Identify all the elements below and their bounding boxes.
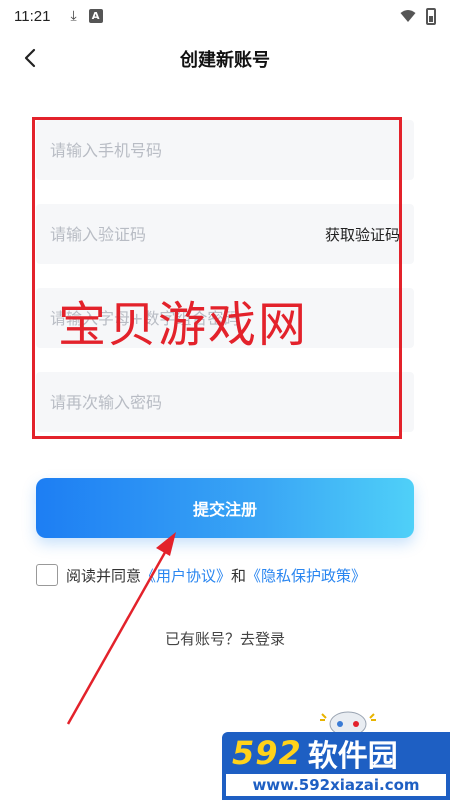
password-field xyxy=(36,288,414,348)
app-notification-icon: A xyxy=(88,9,103,23)
verification-code-input[interactable] xyxy=(50,224,325,244)
brand-logo: 592 软件园 www.592xiazai.com xyxy=(222,732,450,800)
password-input[interactable] xyxy=(50,308,400,328)
submit-register-button[interactable]: 提交注册 xyxy=(36,478,414,538)
status-right xyxy=(400,7,436,25)
privacy-policy-link[interactable]: 《隐私保护政策》 xyxy=(246,565,366,586)
download-icon: ⤓ xyxy=(70,8,77,24)
brand-url: www.592xiazai.com xyxy=(226,774,446,796)
confirm-password-input[interactable] xyxy=(50,392,400,412)
user-agreement-link[interactable]: 《用户协议》 xyxy=(141,565,231,586)
phone-field xyxy=(36,120,414,180)
code-field: 获取验证码 xyxy=(36,204,414,264)
agreement-and: 和 xyxy=(231,566,247,585)
wifi-icon xyxy=(400,10,416,22)
brand-number: 592 xyxy=(232,734,302,772)
status-bar: 11:21 ⤓ A xyxy=(0,0,450,32)
page-title: 创建新账号 xyxy=(180,50,270,71)
nav-bar: 创建新账号 xyxy=(0,38,450,78)
agreement-prefix: 阅读并同意 xyxy=(66,566,142,585)
get-code-button[interactable]: 获取验证码 xyxy=(325,224,400,245)
register-form: 获取验证码 xyxy=(36,120,414,456)
confirm-password-field xyxy=(36,372,414,432)
agreement-row: 阅读并同意 《用户协议》 和 《隐私保护政策》 xyxy=(36,564,366,586)
status-time: 11:21 xyxy=(14,7,51,25)
phone-input[interactable] xyxy=(50,140,400,160)
agreement-checkbox[interactable] xyxy=(36,564,58,586)
go-login-link[interactable]: 已有账号？去登录 xyxy=(0,628,450,649)
brand-top: 592 软件园 xyxy=(222,732,450,774)
brand-name: 软件园 xyxy=(307,739,398,774)
battery-icon xyxy=(426,7,436,25)
